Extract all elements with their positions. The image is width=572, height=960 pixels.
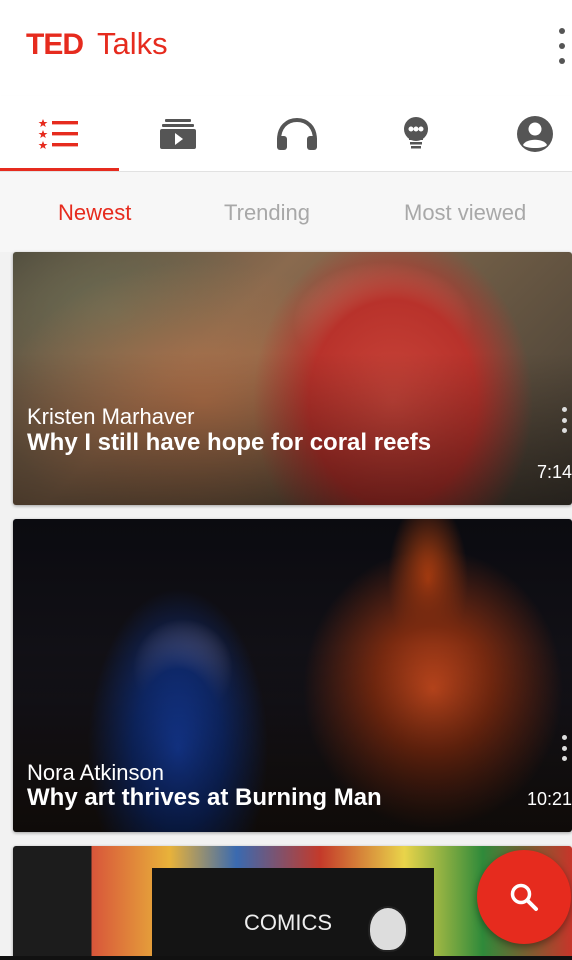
section-nav: [0, 96, 572, 172]
headphones-icon: [277, 118, 317, 150]
tab-most-viewed[interactable]: Most viewed: [404, 200, 526, 226]
nav-ideas[interactable]: [357, 96, 475, 172]
comic-panel: COMICS: [152, 868, 434, 960]
nav-account[interactable]: [476, 96, 572, 172]
ted-talks-logo: TED Talks: [26, 26, 168, 62]
active-section-indicator: [0, 168, 119, 171]
talk-card[interactable]: Kristen Marhaver Why I still have hope f…: [13, 252, 572, 505]
talk-duration: 10:21: [526, 789, 572, 809]
sort-tabs: Newest Trending Most viewed: [0, 172, 572, 252]
talk-title: Why art thrives at Burning Man: [27, 784, 382, 811]
account-icon: [517, 116, 553, 152]
talk-title: Why I still have hope for coral reefs: [27, 429, 432, 456]
talk-list-icon: [38, 119, 78, 149]
search-icon: [510, 883, 538, 911]
playlists-icon: [160, 119, 196, 149]
overflow-menu-icon[interactable]: [552, 28, 572, 64]
nav-playlists[interactable]: [119, 96, 237, 172]
nav-talks[interactable]: [0, 96, 118, 172]
talk-speaker: Kristen Marhaver: [27, 404, 195, 429]
talk-speaker: Nora Atkinson: [27, 760, 164, 785]
lightbulb-icon: [404, 117, 428, 149]
logo-ted: TED: [26, 28, 84, 61]
screen-bottom-edge: [0, 956, 572, 960]
ted-app: TED Talks Newest Trending Most viewed Kr…: [0, 0, 572, 960]
logo-talks: Talks: [97, 26, 168, 61]
talk-card[interactable]: Nora Atkinson Why art thrives at Burning…: [13, 519, 572, 832]
nav-podcasts[interactable]: [238, 96, 356, 172]
comic-panel-text: COMICS: [244, 910, 332, 935]
card-more-icon[interactable]: [560, 407, 568, 433]
comic-face-illustration: [368, 906, 408, 952]
tab-newest[interactable]: Newest: [58, 200, 131, 226]
search-button[interactable]: [477, 850, 571, 944]
card-more-icon[interactable]: [560, 735, 568, 761]
talk-duration: 7:14: [536, 462, 572, 482]
tab-trending[interactable]: Trending: [224, 200, 310, 226]
app-bar: TED Talks: [0, 0, 572, 96]
